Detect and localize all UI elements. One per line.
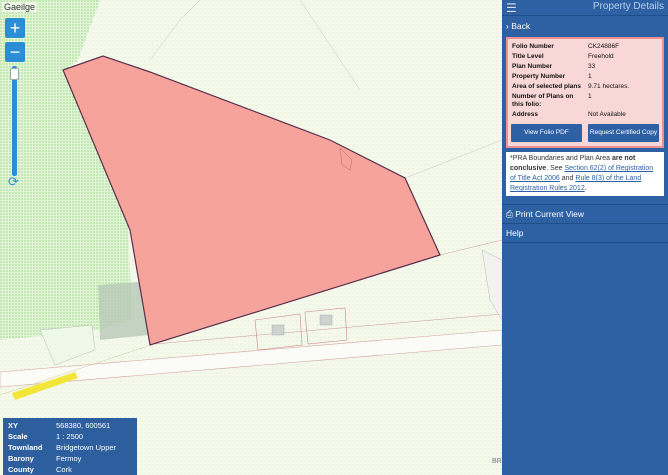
location-info-box: XY 568380, 600561 Scale 1 : 2500 Townland B… [3,418,137,475]
property-details-panel: ☰ Property Details › Back Folio Number CK… [502,0,668,475]
info-row: XY 568380, 600561 [8,421,111,430]
print-current-view-link[interactable]: ⎙ Print Current View [502,205,668,223]
back-link[interactable]: › Back [502,16,668,36]
property-card: Folio Number CK24886F Title Level Freehold… [506,37,664,148]
zoom-slider[interactable] [10,66,19,176]
detail-row: Folio Number CK24886F [512,43,620,50]
info-row: Scale 1 : 2500 [8,432,84,441]
help-link[interactable]: Help [502,224,668,242]
disclaimer-note: *PRA Boundaries and Plan Area are not co… [506,152,664,196]
refresh-icon[interactable]: ⟳ [8,174,19,190]
detail-row: Title Level Freehold [512,53,614,60]
language-toggle[interactable]: Gaeilge [2,2,38,12]
info-row: County Cork [8,465,72,474]
detail-row: Number of Plans on this folio: 1 [512,93,592,108]
zoom-slider-track [12,66,17,176]
map-layer [0,0,502,475]
detail-row: Property Number 1 [512,73,592,80]
map-attribution: BR [492,458,502,465]
detail-row: Plan Number 33 [512,63,596,70]
zoom-in-button[interactable]: + [5,18,25,38]
panel-header: ☰ Property Details [502,0,668,16]
view-folio-pdf-button[interactable]: View Folio PDF [511,124,582,142]
detail-row: Address Not Available [512,111,626,118]
back-label: Back [511,21,531,31]
request-certified-copy-button[interactable]: Request Certified Copy [588,124,659,142]
detail-row: Area of selected plans 9.71 hectares. [512,83,630,90]
map-canvas[interactable]: Gaeilge + − ⟳ XY 568380, 600561 Scale 1 : … [0,0,502,475]
info-row: Barony Fermoy [8,454,82,463]
panel-title: Property Details [592,1,664,12]
info-row: Townland Bridgetown Upper [8,443,117,452]
chevron-right-icon: › [506,21,509,31]
zoom-slider-handle[interactable] [10,68,19,80]
printer-icon: ⎙ [506,209,513,219]
hamburger-menu-icon[interactable]: ☰ [506,1,517,15]
zoom-out-button[interactable]: − [5,42,25,62]
